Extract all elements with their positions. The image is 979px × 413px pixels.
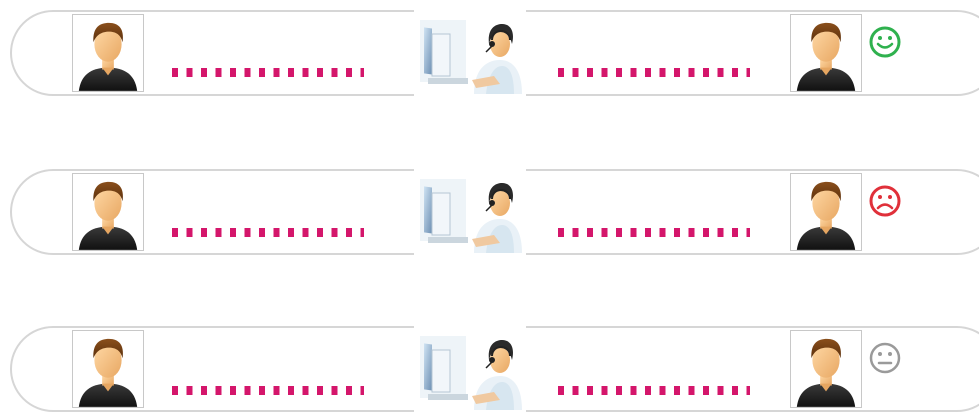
conversation-row-1 (10, 10, 979, 96)
conversation-row-3 (10, 326, 979, 412)
call-center-agent-icon (414, 326, 526, 412)
person-icon (72, 330, 144, 408)
dotted-connector-left (172, 386, 364, 395)
happy-face-icon (868, 25, 902, 59)
dotted-connector-left (172, 68, 364, 77)
person-icon (790, 330, 862, 408)
sad-face-icon (868, 184, 902, 218)
conversation-row-2 (10, 169, 979, 255)
dotted-connector-right (558, 228, 750, 237)
person-icon (790, 14, 862, 92)
dotted-connector-right (558, 68, 750, 77)
call-center-agent-icon (414, 10, 526, 96)
person-icon (72, 14, 144, 92)
neutral-face-icon (868, 341, 902, 375)
dotted-connector-left (172, 228, 364, 237)
call-center-agent-icon (414, 169, 526, 255)
person-icon (790, 173, 862, 251)
person-icon (72, 173, 144, 251)
dotted-connector-right (558, 386, 750, 395)
